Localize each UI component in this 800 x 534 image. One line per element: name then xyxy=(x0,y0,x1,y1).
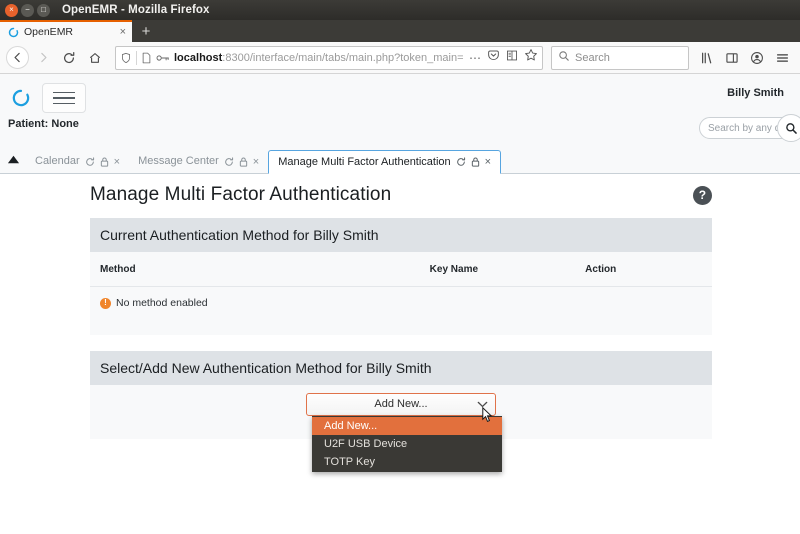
column-header-method: Method xyxy=(90,252,420,287)
library-icon[interactable] xyxy=(695,46,719,70)
browser-navigation-toolbar: localhost:8300/interface/main/tabs/main.… xyxy=(0,42,800,74)
back-icon[interactable] xyxy=(6,46,29,69)
hamburger-line-2 xyxy=(53,97,75,99)
openemr-application: Billy Smith Patient: None Search by any … xyxy=(0,74,800,534)
app-menu-icon[interactable] xyxy=(770,46,794,70)
account-icon[interactable] xyxy=(745,46,769,70)
current-panel-heading: Current Authentication Method for Billy … xyxy=(90,218,712,252)
browser-search-placeholder: Search xyxy=(575,51,610,64)
authentication-method-select[interactable]: Add New... xyxy=(306,392,496,416)
window-controls: × − □ xyxy=(0,3,50,17)
emr-tab-message-center[interactable]: Message Center × xyxy=(129,150,268,173)
refresh-icon[interactable] xyxy=(456,157,466,167)
close-icon[interactable]: × xyxy=(114,156,120,168)
browser-tab-label: OpenEMR xyxy=(24,26,74,38)
hamburger-line-3 xyxy=(53,102,75,105)
emr-tab-label: Calendar xyxy=(35,155,80,167)
emr-tab-manage-mfa[interactable]: Manage Multi Factor Authentication × xyxy=(268,150,502,174)
warning-exclamation-icon: ! xyxy=(100,297,111,309)
page-content: Manage Multi Factor Authentication ? Cur… xyxy=(0,174,800,534)
page-info-icon[interactable] xyxy=(141,52,152,64)
browser-toolbar-right xyxy=(695,46,794,70)
browser-tab-close-icon[interactable]: × xyxy=(120,26,126,38)
reader-mode-icon[interactable] xyxy=(506,49,518,67)
emr-tab-label: Manage Multi Factor Authentication xyxy=(278,155,451,168)
url-host: localhost xyxy=(174,51,223,64)
select-add-method-panel: Select/Add New Authentication Method for… xyxy=(90,350,712,472)
forward-icon xyxy=(31,46,55,70)
openemr-favicon xyxy=(8,27,19,38)
current-panel-body: Method Key Name Action ! No method enabl… xyxy=(90,252,712,335)
lock-icon[interactable] xyxy=(471,157,480,167)
lock-icon[interactable] xyxy=(239,157,248,167)
window-maximize-button[interactable]: □ xyxy=(37,3,50,17)
dropdown-option-totp-key[interactable]: TOTP Key xyxy=(312,453,502,471)
window-minimize-glyph: − xyxy=(25,5,30,14)
window-titlebar: × − □ OpenEMR - Mozilla Firefox xyxy=(0,0,800,20)
select-selected-value: Add New... xyxy=(374,398,428,410)
bookmark-star-icon[interactable] xyxy=(524,48,538,67)
help-question-icon[interactable]: ? xyxy=(693,185,712,205)
tab-row-collapse-caret[interactable] xyxy=(0,149,26,173)
search-icon xyxy=(558,49,570,67)
browser-tab-openemr[interactable]: OpenEMR × xyxy=(0,20,132,42)
window-minimize-button[interactable]: − xyxy=(21,3,34,17)
new-tab-button[interactable]: + xyxy=(132,20,160,42)
select-panel-body: Add New... Add New... U2F USB Device TOT… xyxy=(90,384,712,472)
window-title: OpenEMR - Mozilla Firefox xyxy=(62,4,210,16)
authentication-method-select-wrapper: Add New... Add New... U2F USB Device TOT… xyxy=(306,392,502,472)
patient-status-bar: Patient: None xyxy=(8,118,79,130)
pocket-icon[interactable] xyxy=(487,49,500,67)
page-title: Manage Multi Factor Authentication xyxy=(90,184,392,205)
urlbar-overflow-icon[interactable]: ⋯ xyxy=(469,51,481,65)
current-methods-table: Method Key Name Action ! No method enabl… xyxy=(90,252,712,335)
urlbar-divider xyxy=(136,50,137,65)
urlbar-actions: ⋯ xyxy=(469,48,538,67)
emr-tab-calendar[interactable]: Calendar × xyxy=(26,150,129,173)
openemr-circle-logo xyxy=(10,87,32,109)
openemr-top-bar: Billy Smith xyxy=(0,74,800,116)
refresh-icon[interactable] xyxy=(85,156,95,167)
column-header-action: Action xyxy=(575,252,712,287)
url-bar[interactable]: localhost:8300/interface/main/tabs/main.… xyxy=(115,45,543,70)
empty-state-row: ! No method enabled xyxy=(100,297,702,309)
window-maximize-glyph: □ xyxy=(41,5,46,14)
openemr-tab-row: Calendar × Message Center × Manage Multi… xyxy=(0,150,800,174)
column-header-key-name: Key Name xyxy=(419,252,576,287)
lock-icon[interactable] xyxy=(100,157,109,167)
browser-tabstrip: OpenEMR × + xyxy=(0,20,800,42)
demographics-search-button[interactable] xyxy=(777,114,800,142)
current-authentication-panel: Current Authentication Method for Billy … xyxy=(90,218,712,335)
page-inner: Manage Multi Factor Authentication ? Cur… xyxy=(0,184,800,472)
table-row: ! No method enabled xyxy=(90,287,712,335)
logged-in-user-name: Billy Smith xyxy=(727,87,784,99)
reload-icon[interactable] xyxy=(57,46,81,70)
emr-tab-label: Message Center xyxy=(138,155,219,167)
close-icon[interactable]: × xyxy=(485,156,491,168)
chevron-down-icon xyxy=(477,395,488,413)
refresh-icon[interactable] xyxy=(224,156,234,167)
window-close-button[interactable]: × xyxy=(5,3,18,17)
home-icon[interactable] xyxy=(83,46,107,70)
sidebar-icon[interactable] xyxy=(720,46,744,70)
close-icon[interactable]: × xyxy=(253,156,259,168)
dropdown-option-add-new[interactable]: Add New... xyxy=(312,416,502,435)
url-text: localhost:8300/interface/main/tabs/main.… xyxy=(174,52,465,64)
demographics-search: Search by any de xyxy=(699,114,800,142)
page-title-row: Manage Multi Factor Authentication ? xyxy=(90,184,712,206)
dropdown-option-u2f-usb-device[interactable]: U2F USB Device xyxy=(312,435,502,453)
table-header-row: Method Key Name Action xyxy=(90,252,712,287)
url-path: :8300/interface/main/tabs/main.php?token… xyxy=(222,51,464,64)
browser-search-box[interactable]: Search xyxy=(551,45,689,70)
tracking-protection-shield-icon[interactable] xyxy=(120,52,132,64)
authentication-method-dropdown[interactable]: Add New... U2F USB Device TOTP Key xyxy=(312,415,502,472)
empty-state-cell: ! No method enabled xyxy=(90,287,712,335)
permissions-key-icon[interactable] xyxy=(156,53,170,63)
empty-state-text: No method enabled xyxy=(116,297,208,309)
hamburger-line-1 xyxy=(53,91,75,94)
window-close-glyph: × xyxy=(9,5,14,14)
hamburger-menu-button[interactable] xyxy=(42,83,86,113)
select-panel-heading: Select/Add New Authentication Method for… xyxy=(90,350,712,385)
